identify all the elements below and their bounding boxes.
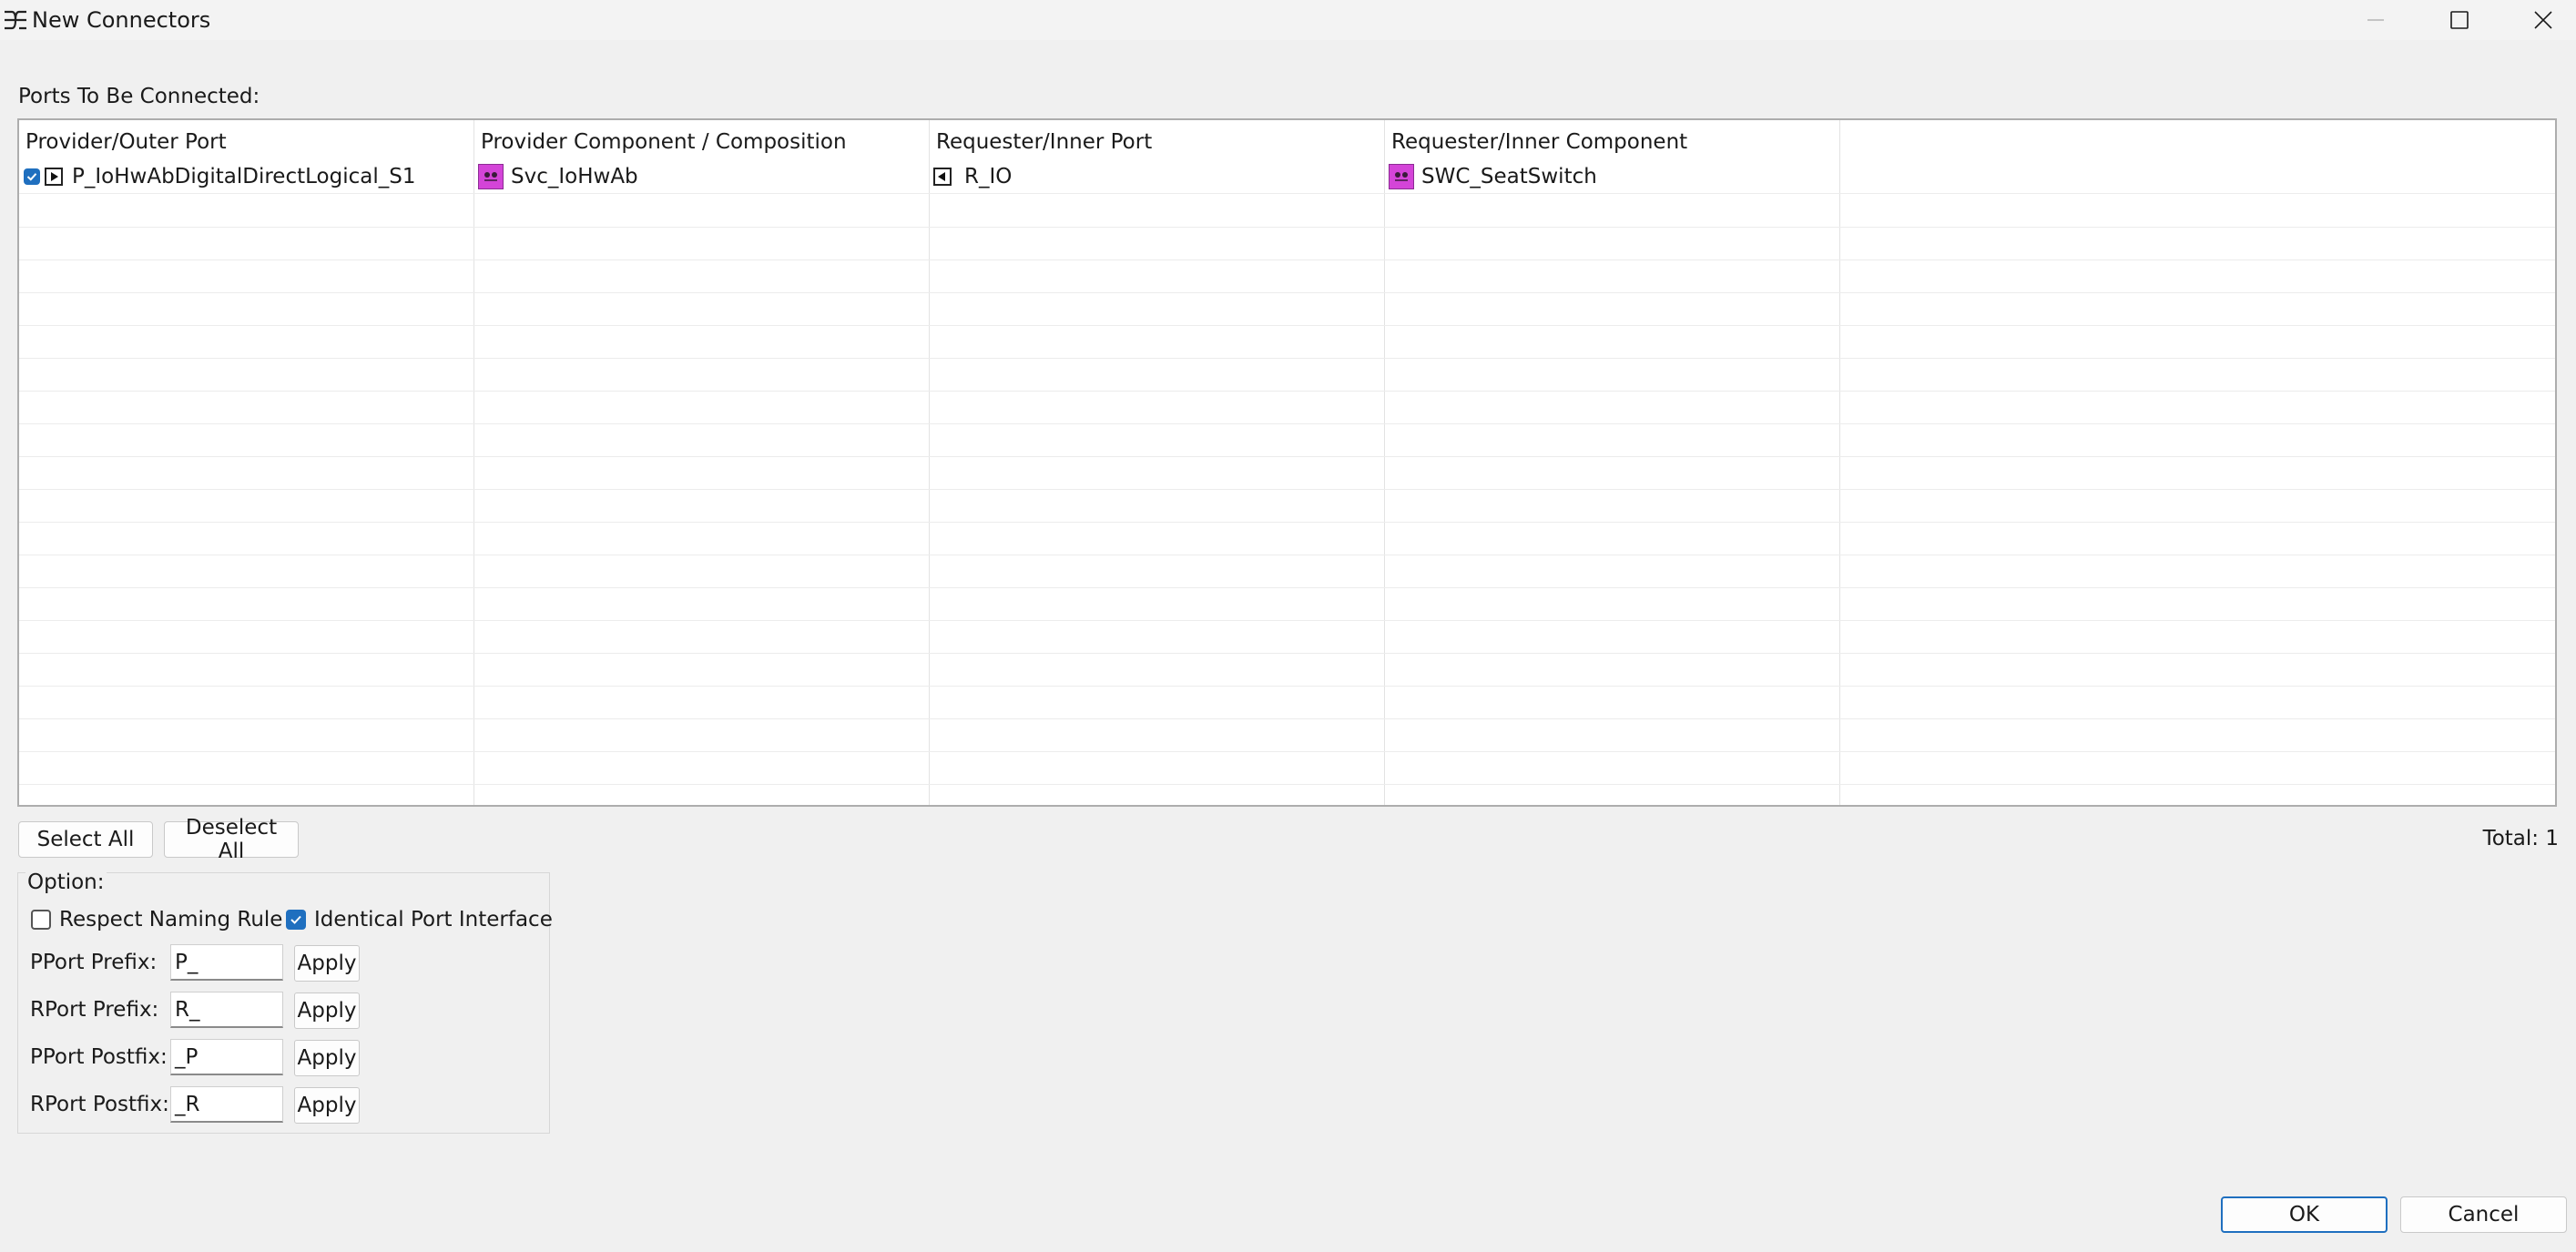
rport-postfix-label: RPort Postfix: — [30, 1093, 169, 1116]
respect-naming-rule-label: Respect Naming Rule — [59, 908, 283, 931]
rport-prefix-apply-button[interactable]: Apply — [294, 992, 360, 1029]
close-button[interactable] — [2503, 0, 2576, 40]
requester-component-name: SWC_SeatSwitch — [1421, 165, 1597, 188]
title-bar[interactable]: New Connectors — [0, 0, 2576, 40]
empty-row — [19, 718, 2555, 752]
option-legend: Option: — [25, 868, 107, 897]
pport-postfix-apply-button[interactable]: Apply — [294, 1040, 360, 1076]
empty-row — [19, 686, 2555, 719]
column-header-provider-component[interactable]: Provider Component / Composition — [481, 127, 847, 157]
empty-row — [19, 555, 2555, 588]
provider-port-icon — [45, 168, 63, 186]
respect-naming-rule-checkbox[interactable] — [31, 910, 51, 930]
empty-row — [19, 227, 2555, 260]
requester-port-name: R_IO — [964, 165, 1013, 188]
identical-port-interface-checkbox[interactable] — [286, 910, 306, 930]
connector-icon — [2, 7, 29, 33]
empty-row — [19, 522, 2555, 555]
select-all-button[interactable]: Select All — [18, 821, 153, 858]
new-connectors-dialog: New Connectors Ports To Be Connected: Pr… — [0, 0, 2576, 1252]
rport-prefix-label: RPort Prefix: — [30, 998, 159, 1022]
empty-row — [19, 653, 2555, 687]
requester-port-icon — [933, 168, 952, 186]
pport-postfix-input[interactable]: _P — [170, 1039, 283, 1075]
provider-component-cell: Svc_IoHwAb — [478, 160, 638, 193]
empty-row — [19, 260, 2555, 293]
rport-postfix-apply-button[interactable]: Apply — [294, 1087, 360, 1124]
window-title: New Connectors — [32, 7, 211, 33]
empty-row — [19, 751, 2555, 785]
deselect-all-button[interactable]: Deselect All — [164, 816, 299, 863]
total-count: Total: 1 — [2482, 827, 2559, 850]
empty-row — [19, 391, 2555, 424]
minimize-button[interactable] — [2336, 0, 2416, 40]
empty-row — [19, 489, 2555, 523]
requester-component-cell: SWC_SeatSwitch — [1389, 160, 1597, 193]
column-header-requester-port[interactable]: Requester/Inner Port — [936, 127, 1152, 157]
empty-row — [19, 292, 2555, 326]
empty-row — [19, 325, 2555, 359]
ports-to-be-connected-label: Ports To Be Connected: — [18, 85, 260, 108]
pport-postfix-label: PPort Postfix: — [30, 1045, 168, 1069]
column-header-requester-component[interactable]: Requester/Inner Component — [1391, 127, 1687, 157]
empty-row — [19, 456, 2555, 490]
provider-port-name: P_IoHwAbDigitalDirectLogical_S1 — [72, 165, 416, 188]
rport-prefix-input[interactable]: R_ — [170, 992, 283, 1028]
component-icon — [478, 164, 504, 189]
pport-prefix-label: PPort Prefix: — [30, 951, 158, 974]
empty-row — [19, 620, 2555, 654]
pport-prefix-input[interactable]: P_ — [170, 944, 283, 981]
requester-port-cell: R_IO — [933, 160, 1012, 193]
provider-component-name: Svc_IoHwAb — [511, 165, 638, 188]
empty-row — [19, 587, 2555, 621]
provider-port-cell: P_IoHwAbDigitalDirectLogical_S1 — [24, 160, 415, 193]
empty-row — [19, 423, 2555, 457]
pport-prefix-apply-button[interactable]: Apply — [294, 945, 360, 982]
rport-postfix-input[interactable]: _R — [170, 1086, 283, 1123]
row-checkbox[interactable] — [24, 168, 40, 185]
ports-table[interactable]: Provider/Outer Port Provider Component /… — [17, 118, 2557, 807]
identical-port-interface-label: Identical Port Interface — [314, 908, 553, 931]
empty-row — [19, 194, 2555, 228]
maximize-button[interactable] — [2419, 0, 2500, 40]
component-icon — [1389, 164, 1414, 189]
cancel-button[interactable]: Cancel — [2400, 1196, 2567, 1233]
empty-row — [19, 358, 2555, 392]
ok-button[interactable]: OK — [2221, 1196, 2388, 1233]
column-header-provider-port[interactable]: Provider/Outer Port — [25, 127, 227, 157]
table-row[interactable]: P_IoHwAbDigitalDirectLogical_S1 Svc_IoHw… — [19, 160, 2555, 194]
